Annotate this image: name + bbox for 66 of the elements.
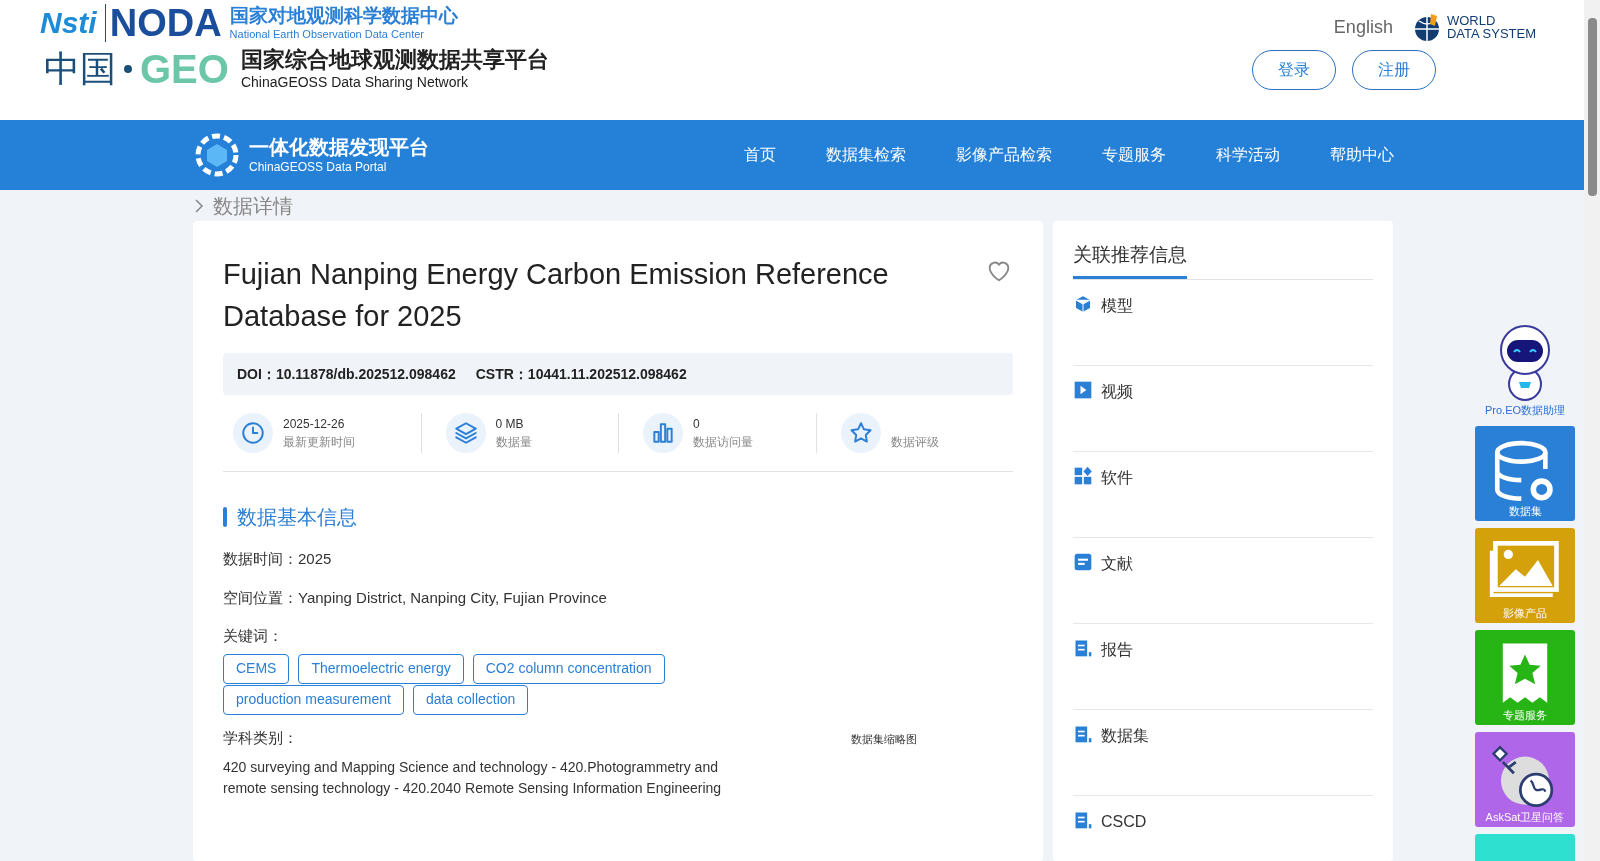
shortcut-tile[interactable]: 影像产品 — [1475, 527, 1575, 623]
keywords-label: 关键词： — [223, 626, 284, 646]
play-icon — [1073, 379, 1093, 400]
portal-name-english: ChinaGEOSS Data Portal — [249, 160, 388, 175]
keyword-tag[interactable]: data collection — [412, 684, 529, 715]
nav-link[interactable]: 帮助中心 — [1330, 143, 1394, 167]
gear-cube-icon — [193, 131, 241, 179]
shortcut-tile[interactable]: AskSat卫星问答 — [1475, 731, 1575, 827]
document-icon — [1073, 551, 1093, 572]
stat-label: 最新更新时间 — [283, 434, 355, 451]
wds-logo-text: DATA SYSTEM — [1446, 27, 1536, 40]
wds-logo-text: WORLD — [1446, 14, 1497, 27]
nav-link[interactable]: 数据集检索 — [826, 143, 906, 167]
nav-link[interactable]: 专题服务 — [1102, 143, 1166, 167]
stat-label: 数据量 — [495, 434, 532, 451]
related-category[interactable]: CSCD — [1101, 809, 1147, 834]
stat-value: 0 — [693, 416, 701, 429]
dataset-title: Fujian Nanping Energy Carbon Emission Reference Database for 2025 — [223, 257, 890, 334]
platform-name: 国家综合地球观测数据共享平台 — [240, 46, 549, 74]
section-marker — [223, 507, 227, 527]
identifier-text: CSTR：10441.11.202512.098462 — [475, 364, 687, 384]
cube-icon — [1073, 293, 1093, 314]
layers-icon — [445, 413, 486, 453]
nav-link[interactable]: 首页 — [744, 143, 776, 167]
nav-link[interactable]: 科学活动 — [1216, 143, 1280, 167]
related-category[interactable]: 数据集 — [1101, 723, 1149, 748]
keyword-tag[interactable]: production measurement — [223, 684, 404, 715]
related-category[interactable]: 文献 — [1101, 551, 1133, 576]
keyword-tag[interactable]: CO2 column concentration — [472, 653, 665, 684]
stat-label: 数据评级 — [890, 434, 939, 451]
thumbnail-caption: 数据集缩略图 — [851, 731, 917, 747]
related-category[interactable]: 视频 — [1101, 379, 1133, 404]
center-name: 国家对地观测科学数据中心 — [229, 4, 458, 28]
keyword-tag[interactable]: CEMS — [223, 653, 290, 684]
language-link[interactable]: English — [1333, 13, 1393, 41]
platform-name-english: ChinaGEOSS Data Sharing Network — [240, 73, 470, 91]
stat-value: 2025-12-26 — [283, 416, 346, 429]
portal-name: 一体化数据发现平台 — [249, 135, 429, 160]
info-field: 空间位置：Yanping District, Nanping City, Fujian Province — [223, 586, 1013, 609]
related-category[interactable]: 模型 — [1101, 293, 1133, 318]
shortcut-tile[interactable]: 专题服务 — [1475, 629, 1575, 725]
stat-label: 数据访问量 — [693, 434, 753, 451]
noda-logo: NODA — [104, 4, 222, 42]
chevron-right-icon — [193, 198, 205, 213]
shortcut-tile[interactable]: 数据集 — [1475, 425, 1575, 521]
info-field: 数据时间：2025 — [223, 548, 1013, 571]
section-title: 数据基本信息 — [237, 505, 357, 530]
subject-text: 420 surveying and Mapping Science and technology - 420.Photogrammetry and remote sensing technology - 420.2040 Remote Sensing Information Engineering — [223, 758, 723, 798]
bar-chart-icon — [643, 413, 683, 453]
related-category[interactable]: 软件 — [1101, 465, 1133, 490]
breadcrumb: 数据详情 — [213, 193, 293, 219]
related-category[interactable]: 报告 — [1101, 637, 1133, 662]
scrollbar[interactable] — [1584, 0, 1600, 861]
stat-value: 0 MB — [495, 416, 525, 429]
geo-logo: GEO — [140, 48, 229, 89]
nsti-logo: Nsti — [40, 8, 97, 38]
related-title[interactable]: 关联推荐信息 — [1073, 241, 1187, 279]
keyword-tag[interactable]: Thermoelectric energy — [298, 653, 464, 684]
nav-link[interactable]: 影像产品检索 — [956, 143, 1052, 167]
identifier-text: DOI：10.11878/db.202512.098462 — [237, 364, 456, 384]
china-logo-text: 中国 — [44, 50, 116, 87]
subject-label: 学科类别： — [223, 727, 299, 748]
center-name-english: National Earth Observation Data Center — [229, 28, 425, 42]
assistant-label[interactable]: Pro.EO数据助理 — [1484, 402, 1566, 419]
clock-icon — [233, 413, 273, 453]
apps-icon — [1073, 465, 1093, 486]
